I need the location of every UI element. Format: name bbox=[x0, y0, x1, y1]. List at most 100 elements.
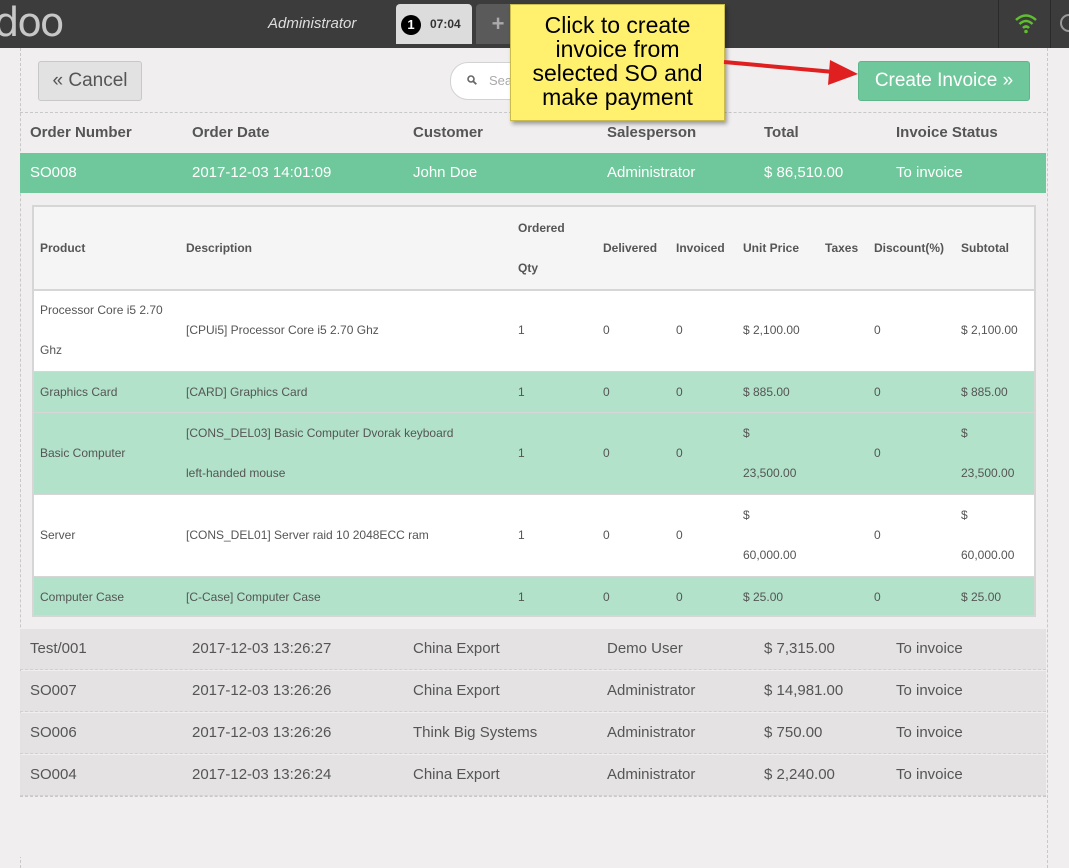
order-customer: Think Big Systems bbox=[413, 724, 538, 741]
line-header-unit-price: Unit Price bbox=[743, 241, 800, 255]
line-qty: 1 bbox=[518, 323, 525, 337]
order-lines-header: Product Description Ordered Qty Delivere… bbox=[34, 207, 1034, 291]
order-date: 2017-12-03 13:26:26 bbox=[192, 682, 332, 699]
line-qty: 1 bbox=[518, 385, 525, 399]
line-product: Computer Case bbox=[40, 590, 125, 604]
line-unit-price: $ bbox=[743, 426, 750, 440]
order-customer: China Export bbox=[413, 766, 500, 783]
line-delivered: 0 bbox=[603, 323, 610, 337]
line-invoiced: 0 bbox=[676, 385, 683, 399]
line-description: [C-Case] Computer Case bbox=[186, 590, 321, 604]
order-salesperson: Administrator bbox=[607, 724, 696, 741]
order-salesperson: Administrator bbox=[607, 164, 696, 181]
search-placeholder: Sea bbox=[489, 73, 513, 88]
order-total: $ 86,510.00 bbox=[764, 164, 844, 181]
line-header-description: Description bbox=[186, 241, 253, 255]
line-product: Processor Core i5 2.70 bbox=[40, 303, 163, 317]
line-subtotal: $ bbox=[961, 426, 968, 440]
empty-list-area bbox=[20, 796, 1046, 857]
callout-line: invoice from bbox=[555, 36, 680, 62]
order-total: $ 2,240.00 bbox=[764, 766, 835, 783]
line-header-qty: Qty bbox=[518, 261, 539, 275]
order-line-row: Processor Core i5 2.70 Ghz [CPUi5] Proce… bbox=[34, 291, 1034, 372]
line-subtotal: $ 2,100.00 bbox=[961, 323, 1018, 337]
order-salesperson: Demo User bbox=[607, 640, 683, 657]
order-number: SO008 bbox=[30, 164, 77, 181]
line-header-delivered: Delivered bbox=[603, 241, 658, 255]
column-header-total: Total bbox=[764, 124, 799, 141]
order-line-row: Computer Case [C-Case] Computer Case 1 0… bbox=[34, 577, 1034, 615]
order-row[interactable]: SO004 2017-12-03 13:26:24 China Export A… bbox=[20, 755, 1046, 796]
order-invoice-status: To invoice bbox=[896, 164, 963, 181]
order-date: 2017-12-03 13:26:27 bbox=[192, 640, 332, 657]
odoo-logo: doo bbox=[0, 0, 64, 46]
line-subtotal: $ 885.00 bbox=[961, 385, 1008, 399]
order-customer: John Doe bbox=[413, 164, 478, 181]
tutorial-callout: Click to create invoice from selected SO… bbox=[510, 4, 725, 121]
line-discount: 0 bbox=[874, 528, 881, 542]
line-invoiced: 0 bbox=[676, 446, 683, 460]
line-delivered: 0 bbox=[603, 528, 610, 542]
order-invoice-status: To invoice bbox=[896, 724, 963, 741]
cancel-button[interactable]: « Cancel bbox=[38, 61, 142, 101]
order-lines-table: Product Description Ordered Qty Delivere… bbox=[32, 205, 1036, 617]
line-header-taxes: Taxes bbox=[825, 241, 859, 255]
order-time: 07:04 bbox=[430, 17, 461, 31]
line-unit-price-cont: 23,500.00 bbox=[743, 466, 797, 480]
line-unit-price: $ 2,100.00 bbox=[743, 323, 800, 337]
order-row[interactable]: SO007 2017-12-03 13:26:26 China Export A… bbox=[20, 671, 1046, 712]
line-subtotal-cont: 60,000.00 bbox=[961, 548, 1015, 562]
line-header-subtotal: Subtotal bbox=[961, 241, 1009, 255]
line-header-product: Product bbox=[40, 241, 86, 255]
selected-order-row[interactable]: SO008 2017-12-03 14:01:09 John Doe Admin… bbox=[20, 153, 1046, 193]
divider bbox=[998, 0, 999, 48]
order-number-badge: 1 bbox=[401, 15, 421, 35]
search-icon bbox=[467, 75, 477, 85]
column-header-order-date: Order Date bbox=[192, 124, 270, 141]
wifi-icon[interactable] bbox=[1014, 12, 1038, 34]
line-subtotal-cont: 23,500.00 bbox=[961, 466, 1015, 480]
order-tab[interactable]: 1 07:04 bbox=[396, 4, 472, 44]
line-discount: 0 bbox=[874, 385, 881, 399]
callout-line: selected SO and bbox=[532, 60, 703, 86]
order-date: 2017-12-03 14:01:09 bbox=[192, 164, 332, 181]
callout-line: make payment bbox=[542, 84, 693, 110]
line-delivered: 0 bbox=[603, 446, 610, 460]
line-description: [CARD] Graphics Card bbox=[186, 385, 308, 399]
order-number: SO007 bbox=[30, 682, 77, 699]
line-description-cont: left-handed mouse bbox=[186, 466, 286, 480]
line-delivered: 0 bbox=[603, 385, 610, 399]
line-description: [CONS_DEL01] Server raid 10 2048ECC ram bbox=[186, 528, 429, 542]
order-total: $ 14,981.00 bbox=[764, 682, 844, 699]
callout-line: Click to create bbox=[544, 12, 691, 38]
user-name[interactable]: Administrator bbox=[268, 15, 356, 32]
order-number: SO006 bbox=[30, 724, 77, 741]
column-header-invoice-status: Invoice Status bbox=[896, 124, 998, 141]
order-row[interactable]: Test/001 2017-12-03 13:26:27 China Expor… bbox=[20, 629, 1046, 670]
order-customer: China Export bbox=[413, 682, 500, 699]
order-total: $ 750.00 bbox=[764, 724, 823, 741]
create-invoice-button[interactable]: Create Invoice » bbox=[858, 61, 1030, 101]
order-number: SO004 bbox=[30, 766, 77, 783]
order-invoice-status: To invoice bbox=[896, 682, 963, 699]
column-header-customer: Customer bbox=[413, 124, 484, 141]
line-product: Basic Computer bbox=[40, 446, 126, 460]
close-session-icon[interactable] bbox=[1060, 14, 1069, 32]
order-line-row: Basic Computer [CONS_DEL03] Basic Comput… bbox=[34, 413, 1034, 495]
order-line-row: Graphics Card [CARD] Graphics Card 1 0 0… bbox=[34, 372, 1034, 413]
order-line-row: Server [CONS_DEL01] Server raid 10 2048E… bbox=[34, 495, 1034, 577]
order-salesperson: Administrator bbox=[607, 682, 696, 699]
order-date: 2017-12-03 13:26:26 bbox=[192, 724, 332, 741]
order-customer: China Export bbox=[413, 640, 500, 657]
line-qty: 1 bbox=[518, 528, 525, 542]
order-row[interactable]: SO006 2017-12-03 13:26:26 Think Big Syst… bbox=[20, 713, 1046, 754]
line-invoiced: 0 bbox=[676, 528, 683, 542]
order-invoice-status: To invoice bbox=[896, 766, 963, 783]
line-discount: 0 bbox=[874, 446, 881, 460]
line-unit-price: $ 25.00 bbox=[743, 590, 784, 604]
line-unit-price: $ bbox=[743, 508, 750, 522]
line-product: Server bbox=[40, 528, 76, 542]
line-subtotal: $ 25.00 bbox=[961, 590, 1002, 604]
order-total: $ 7,315.00 bbox=[764, 640, 835, 657]
order-salesperson: Administrator bbox=[607, 766, 696, 783]
